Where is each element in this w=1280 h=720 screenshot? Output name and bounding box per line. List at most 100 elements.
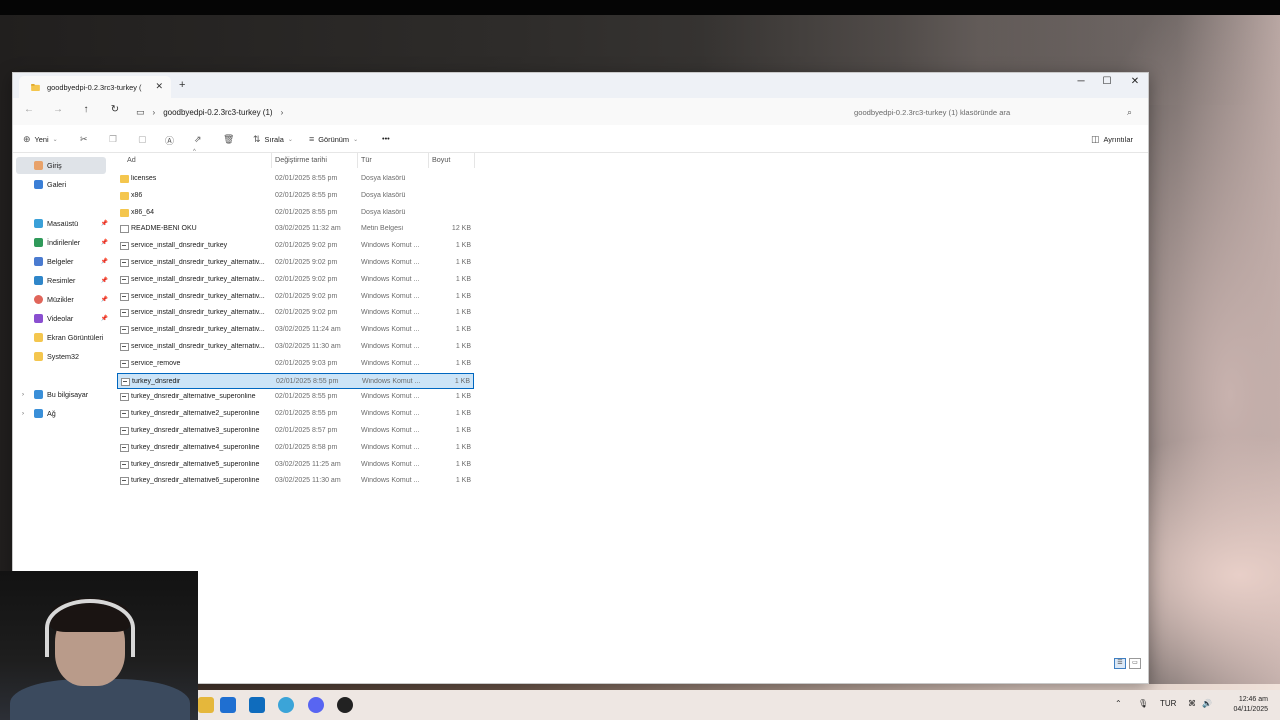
chevron-right-icon[interactable]: ›: [281, 108, 284, 117]
file-row[interactable]: x86_64 02/01/2025 8:55 pm Dosya klasörü: [117, 205, 474, 221]
file-row[interactable]: service_install_dnsredir_turkey_alternat…: [117, 339, 474, 355]
file-row[interactable]: README-BENİ OKU 03/02/2025 11:32 am Metin …: [117, 221, 474, 237]
tiles-view-icon[interactable]: ▭: [1129, 658, 1141, 669]
file-row[interactable]: turkey_dnsredir_alternative_superonline 0…: [117, 389, 474, 405]
chevron-right-icon[interactable]: ›: [153, 108, 156, 117]
file-name: turkey_dnsredir_alternative6_superonline: [131, 477, 260, 485]
view-button[interactable]: ≡ Görünüm ⌄: [309, 134, 358, 144]
more-options-button[interactable]: •••: [382, 134, 390, 143]
minimize-button[interactable]: ─: [1071, 76, 1091, 87]
file-type: Windows Komut ...: [361, 275, 420, 283]
file-row[interactable]: service_install_dnsredir_turkey_alternat…: [117, 255, 474, 271]
column-header-name[interactable]: Ad: [127, 155, 136, 164]
file-row[interactable]: service_install_dnsredir_turkey_alternat…: [117, 322, 474, 338]
sidebar-item-videos[interactable]: Videolar 📌: [16, 310, 108, 327]
sidebar-item-label: Giriş: [47, 161, 62, 170]
sort-label: Sırala: [264, 135, 284, 144]
cmd-file-icon: [120, 460, 129, 469]
tab-close-icon[interactable]: ✕: [155, 81, 163, 92]
close-button[interactable]: ✕: [1125, 76, 1145, 87]
file-size: 1 KB: [455, 309, 471, 317]
maximize-button[interactable]: ☐: [1097, 76, 1117, 87]
column-divider[interactable]: [428, 153, 429, 168]
store-icon[interactable]: [220, 697, 236, 713]
network-icon[interactable]: ⌘: [1188, 699, 1196, 708]
sidebar-item-downloads[interactable]: İndirilenler 📌: [16, 234, 108, 251]
delete-button[interactable]: 🗑: [223, 134, 234, 145]
chevron-right-icon[interactable]: ›: [22, 392, 24, 398]
paste-button[interactable]: ▢: [138, 134, 147, 145]
file-date: 02/01/2025 9:02 pm: [275, 242, 338, 250]
file-row[interactable]: turkey_dnsredir 02/01/2025 8:55 pm Windows…: [117, 372, 474, 389]
pin-icon[interactable]: 📌: [101, 315, 108, 322]
breadcrumb-current-folder[interactable]: goodbyedpi-0.2.3rc3-turkey (1): [163, 108, 272, 117]
sidebar-item-gallery[interactable]: Galeri: [16, 176, 106, 193]
column-header-size[interactable]: Boyut: [432, 155, 450, 164]
breadcrumb[interactable]: ▭ › goodbyedpi-0.2.3rc3-turkey (1) ›: [136, 102, 836, 122]
search-icon[interactable]: ⌕: [1127, 107, 1132, 118]
file-row[interactable]: service_install_dnsredir_turkey_alternat…: [117, 305, 474, 321]
chrome-icon[interactable]: [198, 697, 214, 713]
sidebar-item-documents[interactable]: Belgeler 📌: [16, 253, 108, 270]
sidebar-item-home[interactable]: Giriş: [16, 157, 106, 174]
pin-icon[interactable]: 📌: [101, 258, 108, 265]
copy-button[interactable]: ❐: [109, 134, 117, 145]
details-pane-button[interactable]: ◫ Ayrıntılar: [1091, 134, 1133, 145]
column-header-type[interactable]: Tür: [361, 155, 372, 164]
file-row[interactable]: service_remove 02/01/2025 9:03 pm Windows …: [117, 356, 474, 372]
file-row[interactable]: licenses 02/01/2025 8:55 pm Dosya klasörü: [117, 171, 474, 187]
file-row[interactable]: turkey_dnsredir_alternative3_superonline…: [117, 423, 474, 439]
column-header-date[interactable]: Değiştirme tarihi: [275, 155, 327, 164]
file-row[interactable]: service_install_dnsredir_turkey 02/01/202…: [117, 238, 474, 254]
settings-app-icon[interactable]: [278, 697, 294, 713]
command-bar: ⊕ Yeni ⌄ ✂ ❐ ▢ Ⓐ ⇗ 🗑 ⇅ Sırala ⌄ ≡ Görünü…: [13, 125, 1148, 153]
pin-icon[interactable]: 📌: [101, 239, 108, 246]
share-button[interactable]: ⇗: [194, 134, 202, 145]
file-row[interactable]: service_install_dnsredir_turkey_alternat…: [117, 289, 474, 305]
sidebar-item-screenshots[interactable]: Ekran Görüntüleri: [16, 329, 106, 346]
pin-icon[interactable]: 📌: [101, 277, 108, 284]
column-divider[interactable]: [271, 153, 272, 168]
file-row[interactable]: turkey_dnsredir_alternative4_superonline…: [117, 440, 474, 456]
chevron-right-icon[interactable]: ›: [22, 411, 24, 417]
file-row[interactable]: turkey_dnsredir_alternative6_superonline…: [117, 473, 474, 489]
tab-title: goodbyedpi-0.2.3rc3-turkey (: [47, 82, 142, 92]
sidebar-item-this-pc[interactable]: › Bu bilgisayar: [16, 386, 106, 403]
file-row[interactable]: x86 02/01/2025 8:55 pm Dosya klasörü: [117, 188, 474, 204]
sidebar-item-network[interactable]: › Ağ: [16, 405, 106, 422]
discord-icon[interactable]: [308, 697, 324, 713]
sidebar-item-music[interactable]: Müzikler 📌: [16, 291, 108, 308]
details-view-icon[interactable]: ☰: [1114, 658, 1126, 669]
new-tab-button[interactable]: +: [179, 79, 185, 91]
column-divider[interactable]: [474, 153, 475, 168]
computer-icon[interactable]: ▭: [136, 107, 145, 118]
language-indicator[interactable]: TUR: [1160, 699, 1176, 708]
sidebar-item-pictures[interactable]: Resimler 📌: [16, 272, 108, 289]
file-row[interactable]: service_install_dnsredir_turkey_alternat…: [117, 272, 474, 288]
pin-icon[interactable]: 📌: [101, 296, 108, 303]
search-input[interactable]: goodbyedpi-0.2.3rc3-turkey (1) klasöründ…: [844, 102, 1140, 122]
file-size: 1 KB: [455, 259, 471, 266]
back-arrow-icon[interactable]: ←: [22, 104, 36, 115]
sidebar-item-system32[interactable]: System32: [16, 348, 106, 365]
clock[interactable]: 12:46 am 04/11/2025: [1233, 695, 1268, 715]
rename-button[interactable]: Ⓐ: [165, 134, 174, 147]
volume-icon[interactable]: 🔊: [1202, 699, 1212, 708]
github-icon[interactable]: [337, 697, 353, 713]
outlook-icon[interactable]: [249, 697, 265, 713]
chevron-up-icon[interactable]: ⌃: [1115, 699, 1122, 708]
microphone-icon[interactable]: 🎙: [1138, 699, 1148, 708]
file-row[interactable]: turkey_dnsredir_alternative2_superonline…: [117, 406, 474, 422]
desktop-icon: [34, 219, 43, 228]
up-arrow-icon[interactable]: ↑: [79, 104, 93, 115]
column-divider[interactable]: [357, 153, 358, 168]
tab-goodbyedpi[interactable]: goodbyedpi-0.2.3rc3-turkey ( ✕: [19, 76, 171, 98]
refresh-icon[interactable]: ↻: [108, 104, 122, 115]
sidebar-item-desktop[interactable]: Masaüstü 📌: [16, 215, 108, 232]
pin-icon[interactable]: 📌: [101, 220, 108, 227]
new-button[interactable]: ⊕ Yeni ⌄: [23, 134, 58, 145]
cut-button[interactable]: ✂: [80, 134, 88, 145]
forward-arrow-icon[interactable]: →: [51, 104, 65, 115]
file-row[interactable]: turkey_dnsredir_alternative5_superonline…: [117, 457, 474, 473]
sort-button[interactable]: ⇅ Sırala ⌄: [253, 134, 293, 145]
